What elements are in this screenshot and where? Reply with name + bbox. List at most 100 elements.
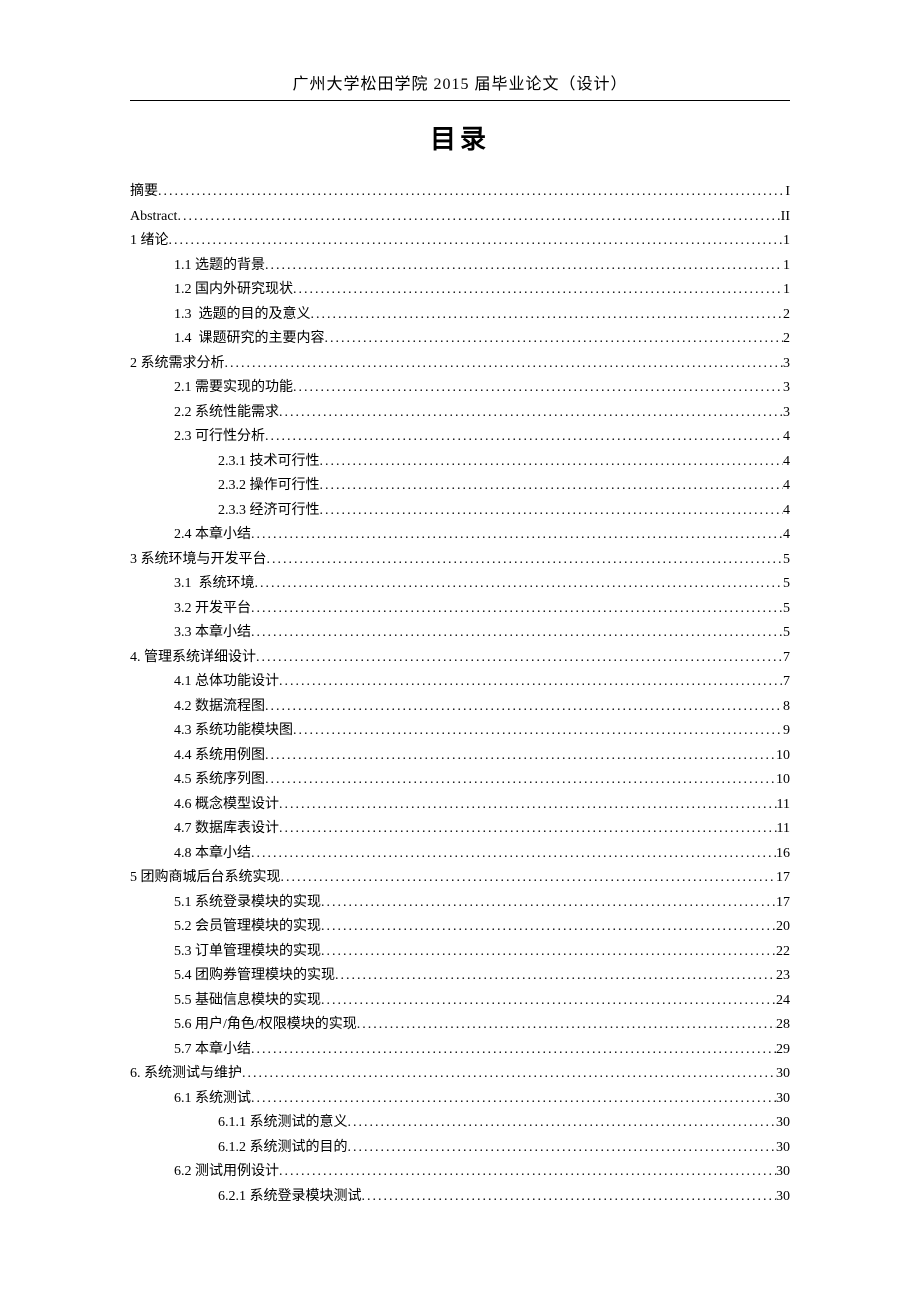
toc-entry-leader xyxy=(311,303,784,328)
toc-entry-leader xyxy=(293,376,783,401)
toc-entry-leader xyxy=(251,842,776,867)
toc-entry: 3.1 系统环境 5 xyxy=(130,572,790,597)
toc-entry: 3.3 本章小结 5 xyxy=(130,621,790,646)
toc-entry-label: 6.1.2 系统测试的目的 xyxy=(218,1136,348,1161)
toc-entry: 6.2.1 系统登录模块测试30 xyxy=(130,1185,790,1210)
toc-entry-page: 4 xyxy=(783,425,790,450)
toc-entry-page: 22 xyxy=(776,940,790,965)
toc-entry-leader xyxy=(325,327,784,352)
toc-entry-label: Abstract xyxy=(130,205,177,230)
toc-entry-page: 4 xyxy=(783,450,790,475)
toc-entry-leader xyxy=(335,964,776,989)
toc-entry-label: 4.3 系统功能模块图 xyxy=(174,719,293,744)
toc-entry: 1.4 课题研究的主要内容 2 xyxy=(130,327,790,352)
toc-entry: 2.2 系统性能需求3 xyxy=(130,401,790,426)
toc-entry-leader xyxy=(158,180,785,205)
toc-entry: 2 系统需求分析3 xyxy=(130,352,790,377)
toc-entry-leader xyxy=(348,1136,777,1161)
toc-entry-label: 5.5 基础信息模块的实现 xyxy=(174,989,321,1014)
toc-entry-leader xyxy=(279,401,783,426)
toc-entry-label: 3.1 系统环境 xyxy=(174,572,255,597)
toc-entry-label: 4.7 数据库表设计 xyxy=(174,817,279,842)
toc-entry-page: 11 xyxy=(777,793,790,818)
toc-entry-leader xyxy=(320,450,784,475)
toc-entry-leader xyxy=(362,1185,777,1210)
toc-entry: 5.5 基础信息模块的实现24 xyxy=(130,989,790,1014)
toc-entry-leader xyxy=(265,744,776,769)
toc-entry-page: 5 xyxy=(783,597,790,622)
toc-entry: 2.4 本章小结4 xyxy=(130,523,790,548)
toc-entry-page: 5 xyxy=(783,572,790,597)
toc-entry-label: 5.2 会员管理模块的实现 xyxy=(174,915,321,940)
toc-entry-page: 30 xyxy=(776,1111,790,1136)
toc-entry-leader xyxy=(251,1038,776,1063)
toc-entry-label: 2.3.2 操作可行性 xyxy=(218,474,320,499)
toc-entry-label: 6. 系统测试与维护 xyxy=(130,1062,242,1087)
toc-entry-label: 4.6 概念模型设计 xyxy=(174,793,279,818)
toc-entry-leader xyxy=(293,719,783,744)
toc-entry-label: 5 团购商城后台系统实现 xyxy=(130,866,281,891)
toc-entry-leader xyxy=(169,229,784,254)
toc-entry-leader xyxy=(242,1062,776,1087)
toc-entry-leader xyxy=(279,817,777,842)
toc-entry-label: 4.8 本章小结 xyxy=(174,842,251,867)
toc-entry: 2.3 可行性分析4 xyxy=(130,425,790,450)
toc-entry-page: 30 xyxy=(776,1160,790,1185)
page-header: 广州大学松田学院 2015 届毕业论文（设计） xyxy=(130,70,790,94)
toc-entry-leader xyxy=(357,1013,776,1038)
toc-entry: 4.6 概念模型设计 11 xyxy=(130,793,790,818)
toc-entry-leader xyxy=(251,523,783,548)
toc-entry-leader xyxy=(321,989,776,1014)
toc-entry-label: 4.2 数据流程图 xyxy=(174,695,265,720)
toc-entry-page: 5 xyxy=(783,621,790,646)
toc-entry: 6.2 测试用例设计 30 xyxy=(130,1160,790,1185)
toc-entry: Abstract II xyxy=(130,205,790,230)
toc-entry-page: 16 xyxy=(776,842,790,867)
toc-entry-label: 6.2 测试用例设计 xyxy=(174,1160,279,1185)
toc-entry: 5.7 本章小结29 xyxy=(130,1038,790,1063)
toc-entry-page: II xyxy=(781,205,790,230)
toc-entry-page: 30 xyxy=(776,1062,790,1087)
toc-entry: 5.6 用户/角色/权限模块的实现28 xyxy=(130,1013,790,1038)
toc-entry: 2.1 需要实现的功能3 xyxy=(130,376,790,401)
toc-entry: 3.2 开发平台 5 xyxy=(130,597,790,622)
toc-entry: 5 团购商城后台系统实现 17 xyxy=(130,866,790,891)
toc-entry-page: 7 xyxy=(783,646,790,671)
toc-entry-page: 29 xyxy=(776,1038,790,1063)
toc-entry-page: 4 xyxy=(783,523,790,548)
toc-entry-leader xyxy=(321,940,776,965)
toc-entry-leader xyxy=(251,597,783,622)
toc-entry-leader xyxy=(281,866,777,891)
toc-entry-label: 2 系统需求分析 xyxy=(130,352,225,377)
toc-entry-label: 1.3 选题的目的及意义 xyxy=(174,303,311,328)
toc-entry-label: 3.3 本章小结 xyxy=(174,621,251,646)
toc-entry-page: 4 xyxy=(783,474,790,499)
toc-entry-label: 3 系统环境与开发平台 xyxy=(130,548,267,573)
toc-entry: 5.4 团购券管理模块的实现23 xyxy=(130,964,790,989)
toc-entry-page: 2 xyxy=(783,327,790,352)
toc-entry-label: 6.1.1 系统测试的意义 xyxy=(218,1111,348,1136)
toc-entry-leader xyxy=(225,352,784,377)
toc-entry: 2.3.3 经济可行性4 xyxy=(130,499,790,524)
toc-entry-leader xyxy=(256,646,783,671)
header-rule xyxy=(130,100,790,101)
toc-entry-label: 2.1 需要实现的功能 xyxy=(174,376,293,401)
toc-entry-leader xyxy=(321,915,776,940)
toc-entry-page: 17 xyxy=(776,866,790,891)
toc-entry: 4.3 系统功能模块图9 xyxy=(130,719,790,744)
toc-entry: 6.1.2 系统测试的目的30 xyxy=(130,1136,790,1161)
toc-entry-page: 3 xyxy=(783,401,790,426)
toc-entry-label: 4.4 系统用例图 xyxy=(174,744,265,769)
toc-entry-page: 7 xyxy=(783,670,790,695)
toc-entry-page: 17 xyxy=(776,891,790,916)
toc-entry-page: 8 xyxy=(783,695,790,720)
toc-entry-leader xyxy=(177,205,780,230)
toc-entry-label: 1.4 课题研究的主要内容 xyxy=(174,327,325,352)
toc-entry: 3 系统环境与开发平台5 xyxy=(130,548,790,573)
toc-entry-label: 5.6 用户/角色/权限模块的实现 xyxy=(174,1013,357,1038)
toc-entry-label: 3.2 开发平台 xyxy=(174,597,251,622)
toc-entry-page: 30 xyxy=(776,1185,790,1210)
toc-entry-leader xyxy=(255,572,784,597)
toc-entry-leader xyxy=(320,474,784,499)
toc-entry: 摘要I xyxy=(130,180,790,205)
